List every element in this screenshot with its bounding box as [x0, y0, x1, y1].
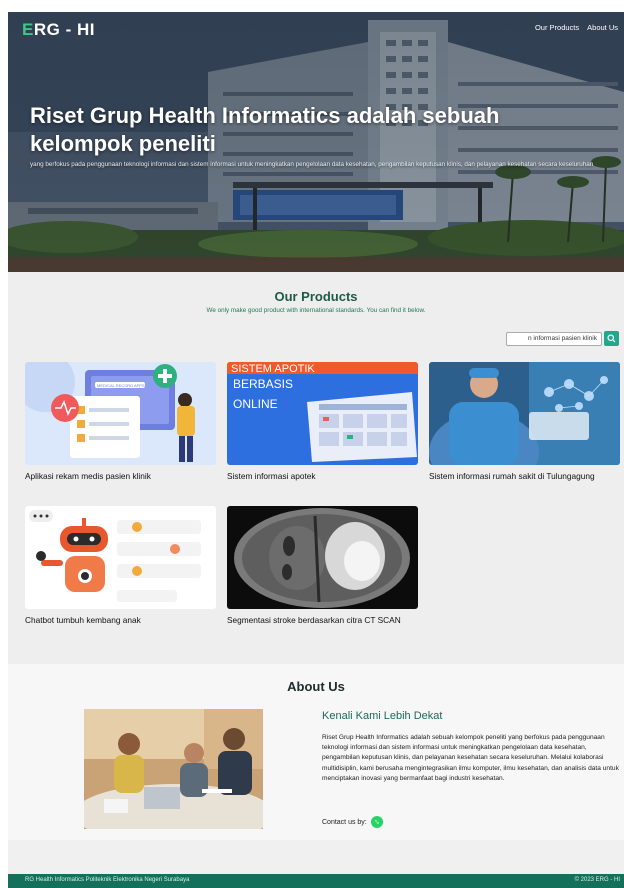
about-section: About Us Kenali Kami Lebih Dekat Riset G…	[8, 664, 624, 840]
product-title[interactable]: Aplikasi rekam medis pasien klinik	[25, 470, 216, 482]
product-title[interactable]: Sistem informasi apotek	[227, 470, 418, 482]
product-image-hospital[interactable]	[429, 362, 620, 465]
hero-subtitle: yang berfokus pada penggunaan teknologi …	[30, 161, 594, 168]
about-description: Riset Grup Health Informatics adalah seb…	[322, 734, 619, 782]
hero-title: Riset Grup Health Informatics adalah seb…	[30, 103, 500, 156]
whatsapp-icon[interactable]	[370, 816, 383, 828]
product-title[interactable]: Chatbot tumbuh kembang anak	[25, 614, 216, 626]
about-subheading: Kenali Kami Lebih Dekat	[322, 710, 443, 722]
nav-about-us[interactable]: About Us	[587, 23, 618, 32]
footer-copyright: © 2023 ERG - HI	[574, 877, 620, 883]
image-caption: ONLINE	[233, 397, 278, 411]
image-caption: BERBASIS	[233, 377, 293, 391]
product-image-ct-scan[interactable]	[227, 506, 418, 609]
nav-our-products[interactable]: Our Products	[535, 23, 579, 32]
section-spacer	[8, 840, 624, 874]
image-caption: SISTEM APOTIK	[231, 363, 315, 375]
product-image-medical-record[interactable]: MEDICAL RECORD APPS	[25, 362, 216, 465]
product-title[interactable]: Segmentasi stroke berdasarkan citra CT S…	[227, 614, 418, 626]
team-photo	[84, 709, 263, 829]
search-icon	[607, 334, 616, 343]
products-section: Our Products We only make good product w…	[8, 272, 624, 664]
product-card[interactable]: MEDICAL RECORD APPS Aplikasi rekam medis…	[25, 362, 216, 482]
brand-text: RG - HI	[33, 20, 95, 39]
footer-institution: RG Health Informatics Politeknik Elektro…	[25, 877, 190, 883]
products-heading: Our Products	[274, 289, 358, 304]
search-input[interactable]: n informasi pasien klinik	[506, 332, 602, 346]
brand-logo[interactable]: ERG - HI	[22, 20, 95, 40]
product-image-chatbot[interactable]	[25, 506, 216, 609]
footer: RG Health Informatics Politeknik Elektro…	[8, 874, 624, 888]
about-heading: About Us	[287, 679, 345, 694]
product-card[interactable]: Sistem informasi rumah sakit di Tulungag…	[429, 362, 620, 482]
hero-banner: ERG - HI Our Products About Us Riset Gru…	[8, 12, 624, 272]
product-image-pharmacy[interactable]: SISTEM APOTIK BERBASIS ONLINE	[227, 362, 418, 465]
brand-prefix: E	[22, 20, 34, 39]
top-nav: Our Products About Us	[535, 23, 618, 32]
product-card[interactable]: Chatbot tumbuh kembang anak	[25, 506, 216, 626]
search-button[interactable]	[604, 331, 619, 346]
contact-row: Contact us by:	[322, 816, 383, 828]
product-card[interactable]: SISTEM APOTIK BERBASIS ONLINE Sistem inf…	[227, 362, 418, 482]
product-title[interactable]: Sistem informasi rumah sakit di Tulungag…	[429, 470, 620, 482]
image-caption: MEDICAL RECORD APPS	[97, 383, 145, 388]
product-card[interactable]: Segmentasi stroke berdasarkan citra CT S…	[227, 506, 418, 626]
contact-label: Contact us by:	[322, 818, 367, 826]
products-tagline: We only make good product with internati…	[206, 307, 426, 314]
